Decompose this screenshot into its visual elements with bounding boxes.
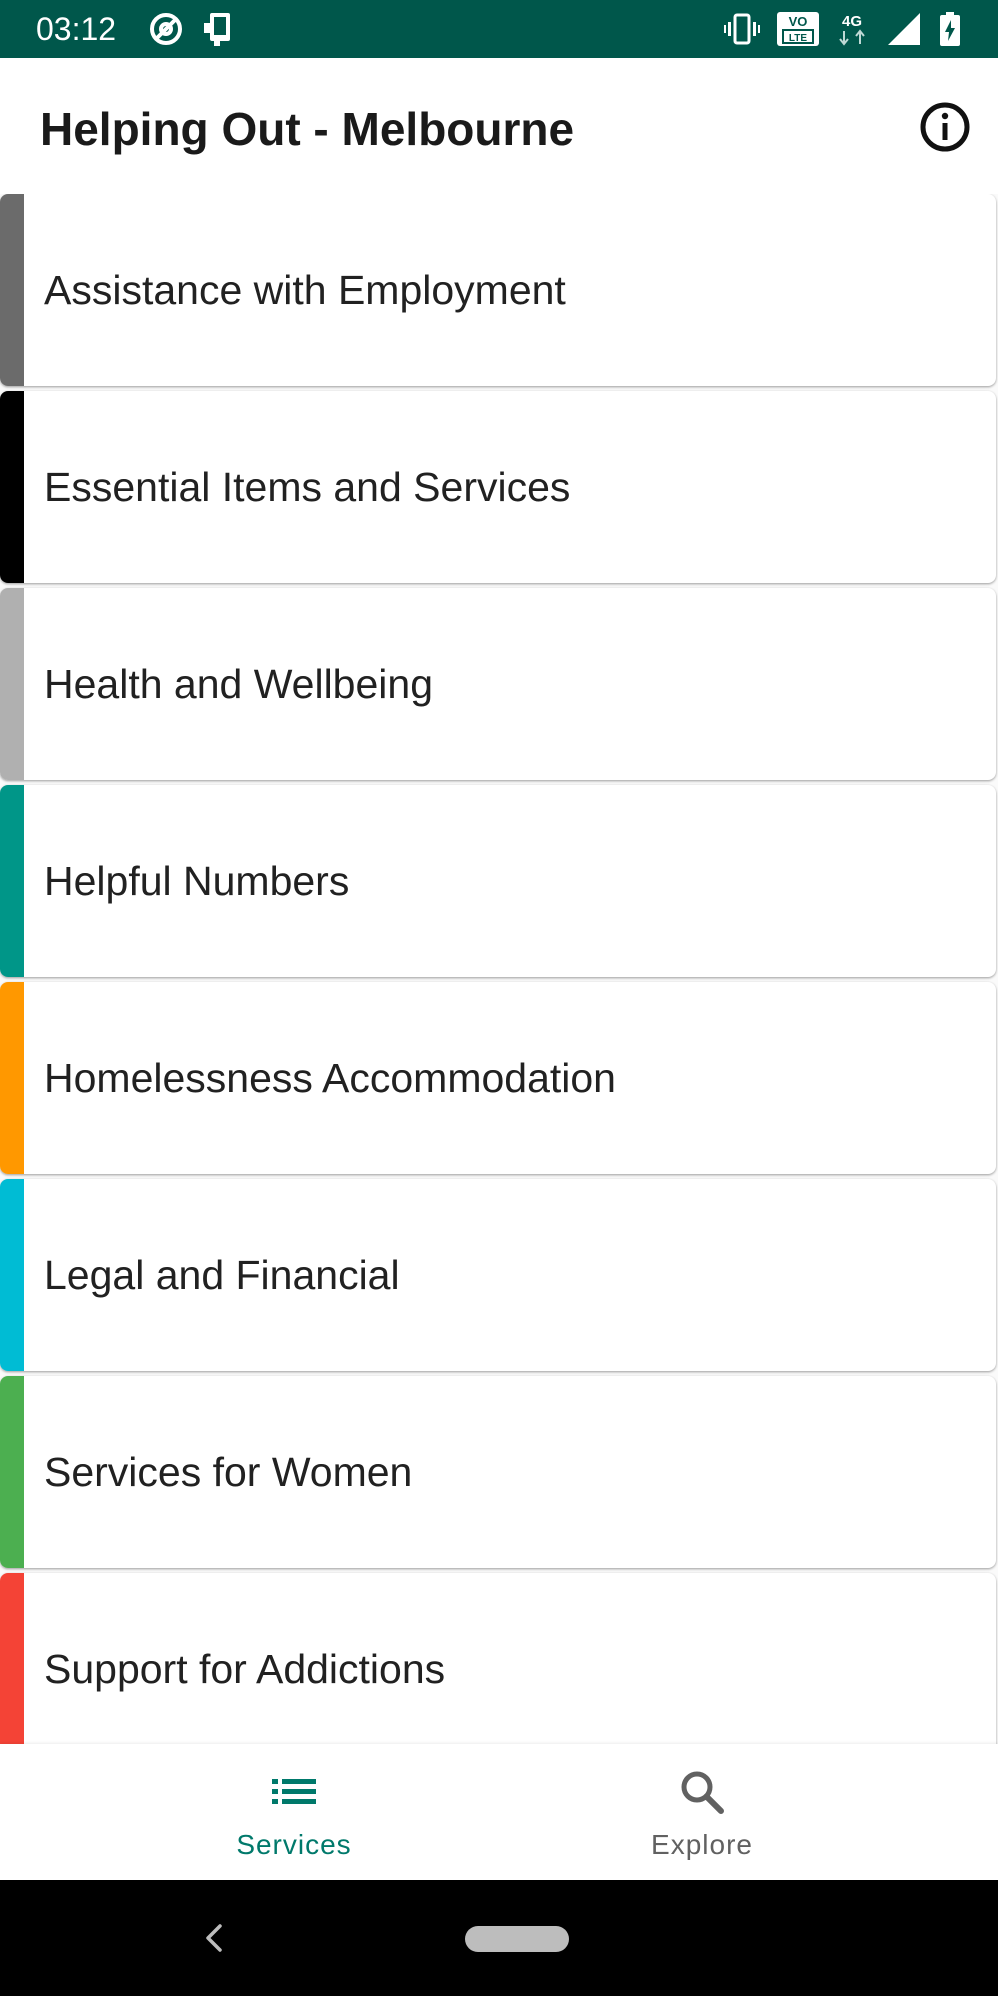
category-color-stripe: [0, 588, 24, 780]
volte-top-text: VO: [789, 14, 808, 29]
device-icon: [204, 13, 230, 46]
service-card-homelessness-accommodation[interactable]: Homelessness Accommodation: [0, 982, 996, 1174]
service-card-support-for-addictions[interactable]: Support for Addictions: [0, 1573, 996, 1744]
service-card-label: Legal and Financial: [44, 1252, 400, 1298]
at-sign-icon: [150, 13, 182, 45]
service-card-legal-and-financial[interactable]: Legal and Financial: [0, 1179, 996, 1371]
service-card-health-and-wellbeing[interactable]: Health and Wellbeing: [0, 588, 996, 780]
category-color-stripe: [0, 785, 24, 977]
nav-item-explore[interactable]: Explore: [552, 1744, 852, 1880]
category-color-stripe: [0, 1376, 24, 1568]
service-card-assistance-with-employment[interactable]: Assistance with Employment: [0, 194, 996, 386]
service-card-label: Helpful Numbers: [44, 858, 350, 904]
status-bar: 03:12 VO LTE 4G: [0, 0, 998, 58]
vibrate-icon: [724, 13, 760, 45]
category-color-stripe: [0, 194, 24, 386]
nav-label-explore: Explore: [651, 1829, 753, 1860]
service-card-helpful-numbers[interactable]: Helpful Numbers: [0, 785, 996, 977]
service-card-label: Services for Women: [44, 1449, 413, 1495]
back-chevron-icon[interactable]: [200, 1918, 228, 1958]
4g-icon: 4G: [839, 13, 865, 46]
home-pill-icon[interactable]: [465, 1926, 569, 1952]
service-card-label: Homelessness Accommodation: [44, 1055, 616, 1101]
service-card-label: Assistance with Employment: [44, 267, 566, 313]
service-card-label: Health and Wellbeing: [44, 661, 433, 707]
info-icon[interactable]: [918, 100, 972, 154]
service-card-services-for-women[interactable]: Services for Women: [0, 1376, 996, 1568]
battery-charging-icon: [940, 12, 960, 46]
system-navigation-bar: [0, 1880, 998, 1996]
category-color-stripe: [0, 982, 24, 1174]
search-icon: [681, 1771, 724, 1814]
service-card-label: Essential Items and Services: [44, 464, 571, 510]
nav-item-services[interactable]: Services: [144, 1744, 444, 1880]
list-icon: [272, 1779, 316, 1804]
bottom-navigation: Services Explore: [0, 1744, 998, 1880]
signal-icon: [888, 13, 920, 45]
services-list: Assistance with Employment Essential Ite…: [0, 194, 998, 1744]
volte-icon: VO LTE: [777, 12, 819, 46]
category-color-stripe: [0, 1179, 24, 1371]
service-card-essential-items-and-services[interactable]: Essential Items and Services: [0, 391, 996, 583]
app-bar: Helping Out - Melbourne: [0, 58, 998, 194]
category-color-stripe: [0, 391, 24, 583]
nav-label-services: Services: [236, 1829, 352, 1860]
network-type-text: 4G: [842, 13, 862, 30]
status-time: 03:12: [36, 11, 117, 47]
page-title: Helping Out - Melbourne: [40, 103, 575, 155]
volte-bottom-text: LTE: [789, 33, 807, 44]
service-card-label: Support for Addictions: [44, 1646, 446, 1692]
category-color-stripe: [0, 1573, 24, 1744]
